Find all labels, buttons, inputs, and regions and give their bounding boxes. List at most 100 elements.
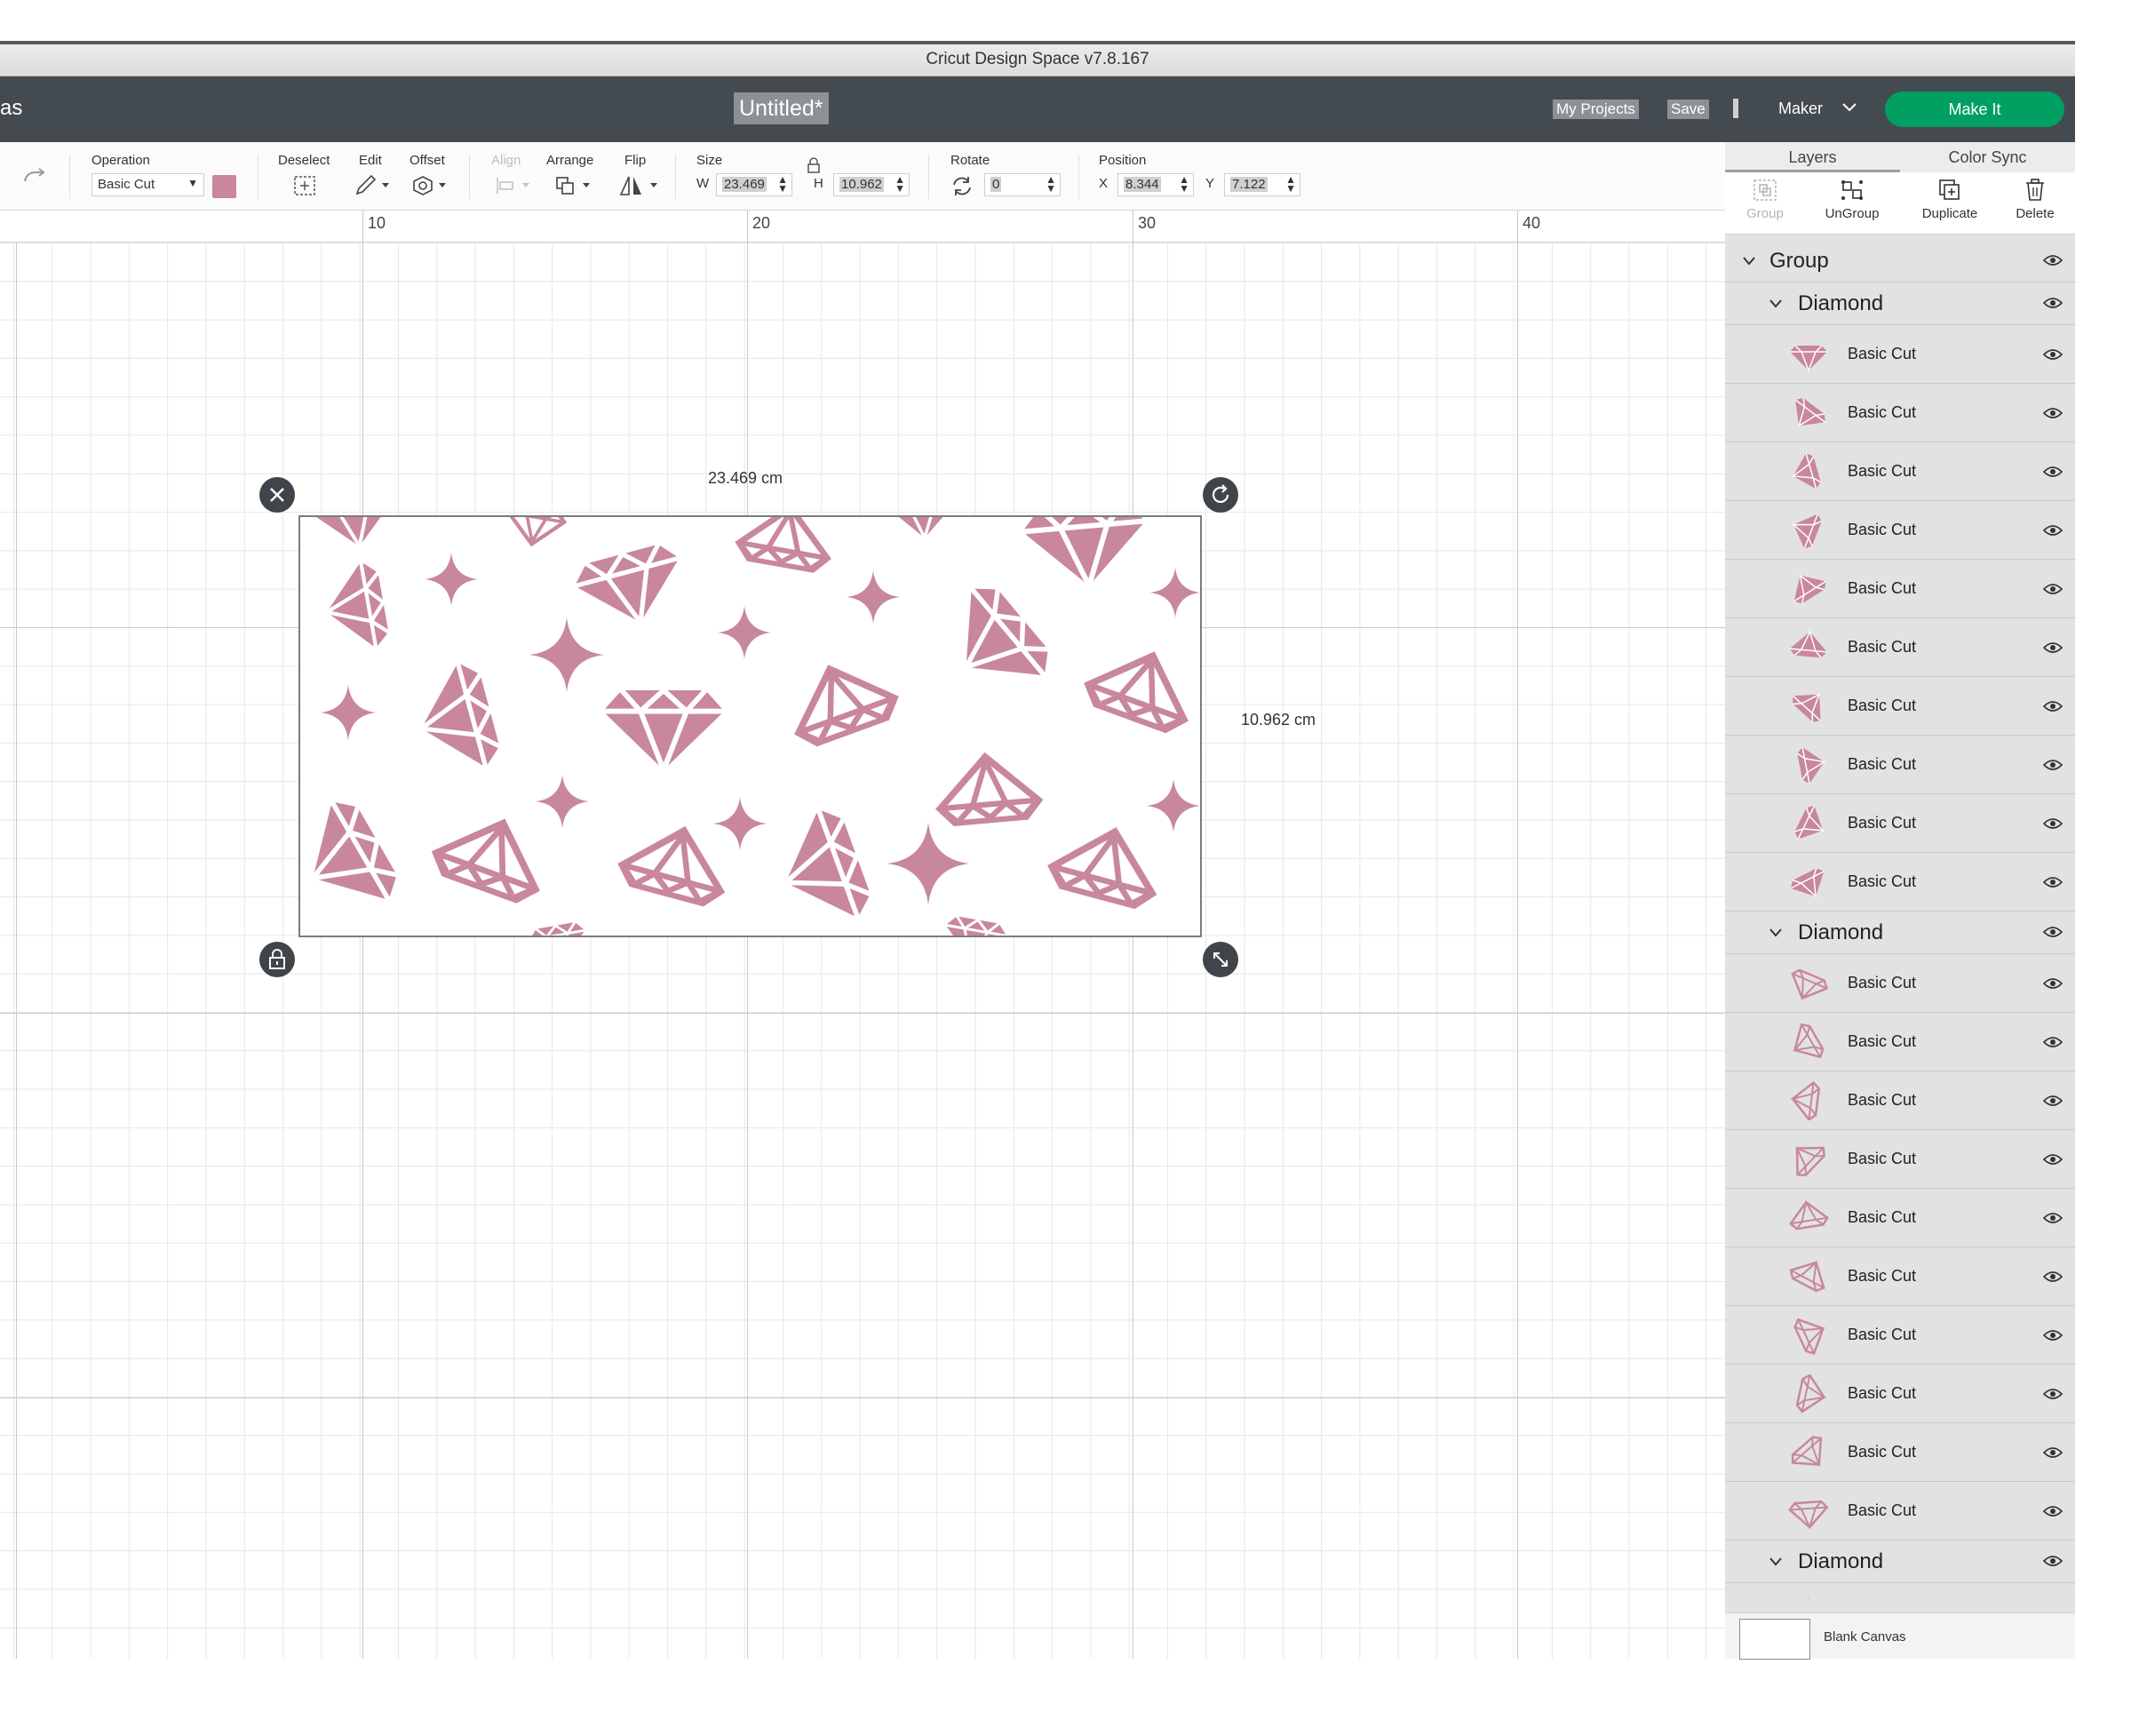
blank-canvas-label: Blank Canvas <box>1824 1629 1906 1644</box>
chevron-down-icon[interactable] <box>1768 1557 1784 1567</box>
layer-row[interactable]: Basic Cut <box>1725 384 2075 442</box>
layer-row[interactable]: Basic Cut <box>1725 736 2075 794</box>
eye-icon[interactable] <box>2043 759 2063 771</box>
eye-icon[interactable] <box>2043 1095 2063 1107</box>
layer-row[interactable]: Basic Cut <box>1725 954 2075 1013</box>
machine-selector[interactable]: Maker <box>1778 100 1823 118</box>
stepper-icon[interactable]: ▲ ▼ <box>777 174 788 194</box>
deselect-icon[interactable] <box>291 174 318 197</box>
toolbar-divider <box>675 155 676 199</box>
layer-row[interactable]: Basic Cut <box>1725 677 2075 736</box>
eye-icon[interactable] <box>2043 641 2063 654</box>
layer-row[interactable]: Basic Cut <box>1725 1189 2075 1247</box>
rotate-input[interactable]: 0 ▲ ▼ <box>984 173 1061 196</box>
layer-row[interactable]: Basic Cut <box>1725 1423 2075 1482</box>
eye-icon[interactable] <box>2043 977 2063 990</box>
eye-icon[interactable] <box>2043 1388 2063 1400</box>
grid-major-line <box>0 1013 1725 1014</box>
ruler-tick <box>747 211 748 243</box>
eye-icon[interactable] <box>2043 297 2063 309</box>
rotate-icon[interactable] <box>949 174 975 197</box>
eye-icon[interactable] <box>2043 348 2063 361</box>
layer-row[interactable]: Basic Cut <box>1725 1247 2075 1306</box>
my-projects-button[interactable]: My Projects <box>1553 100 1639 119</box>
stepper-icon[interactable]: ▲ ▼ <box>1179 174 1189 194</box>
save-button[interactable]: Save <box>1667 100 1709 119</box>
layer-row[interactable]: Basic Cut <box>1725 501 2075 560</box>
layer-thumbnail <box>1790 1081 1821 1120</box>
tab-color-sync[interactable]: Color Sync <box>1900 142 2075 172</box>
delete-handle[interactable] <box>259 477 295 513</box>
ungroup-button[interactable]: UnGroup <box>1812 178 1892 221</box>
layer-row[interactable]: Basic Cut <box>1725 560 2075 618</box>
chevron-down-icon[interactable] <box>1741 256 1757 267</box>
edit-pencil-icon[interactable] <box>354 174 393 197</box>
layer-thumbnail <box>1788 1500 1829 1530</box>
layer-row[interactable]: Basic Cut <box>1725 325 2075 384</box>
design-canvas[interactable]: 23.469 cm 10.962 cm <box>0 243 1725 1659</box>
chevron-down-icon[interactable] <box>1768 928 1784 938</box>
stepper-icon[interactable]: ▲ ▼ <box>1285 174 1296 194</box>
eye-icon[interactable] <box>2043 1555 2063 1567</box>
x-position-input[interactable]: 8.344 ▲ ▼ <box>1117 173 1194 196</box>
eye-icon[interactable] <box>2043 817 2063 830</box>
diamond-group-row[interactable]: Diamond <box>1725 1541 2075 1583</box>
duplicate-button[interactable]: Duplicate <box>1910 178 1990 221</box>
height-input[interactable]: 10.962 ▲ ▼ <box>833 173 910 196</box>
delete-button[interactable]: Delete <box>1995 178 2075 221</box>
eye-icon[interactable] <box>2043 1270 2063 1283</box>
eye-icon[interactable] <box>2043 1153 2063 1166</box>
layer-row[interactable]: Basic Cut <box>1725 1013 2075 1071</box>
rotate-handle[interactable] <box>1203 477 1238 513</box>
layer-row[interactable]: Basic Cut <box>1725 1365 2075 1423</box>
eye-icon[interactable] <box>2043 876 2063 888</box>
document-title[interactable]: Untitled* <box>734 92 829 124</box>
make-it-button[interactable]: Make It <box>1885 92 2064 127</box>
eye-icon[interactable] <box>2043 254 2063 267</box>
layer-row[interactable]: Basic Cut <box>1725 1306 2075 1365</box>
eye-icon[interactable] <box>2043 466 2063 478</box>
stepper-icon[interactable]: ▲ ▼ <box>1046 174 1056 194</box>
tab-layers[interactable]: Layers <box>1725 142 1900 172</box>
chevron-down-icon[interactable] <box>1841 101 1858 114</box>
eye-icon[interactable] <box>2043 583 2063 595</box>
width-input[interactable]: 23.469 ▲ ▼ <box>716 173 792 196</box>
layer-row[interactable]: Basic Cut <box>1725 618 2075 677</box>
layer-row[interactable]: Basic Cut <box>1725 1482 2075 1541</box>
group-button[interactable]: Group <box>1725 178 1805 221</box>
offset-icon[interactable] <box>410 174 449 197</box>
eye-icon[interactable] <box>2043 700 2063 713</box>
position-label: Position <box>1099 153 1147 168</box>
arrange-icon[interactable] <box>554 174 593 197</box>
eye-icon[interactable] <box>2043 1505 2063 1517</box>
layer-row[interactable]: Basic Cut <box>1725 1071 2075 1130</box>
align-icon[interactable] <box>494 174 533 197</box>
layer-row[interactable]: Basic Cut <box>1725 853 2075 912</box>
eye-icon[interactable] <box>2043 1329 2063 1342</box>
layer-row[interactable]: Basic Cut <box>1725 1130 2075 1189</box>
layer-row[interactable]: Basic Cut <box>1725 442 2075 501</box>
lock-icon[interactable] <box>806 156 822 174</box>
layer-row[interactable]: Basic Cut <box>1725 794 2075 853</box>
selected-diamond-pattern[interactable] <box>298 515 1202 937</box>
eye-icon[interactable] <box>2043 1036 2063 1048</box>
diamond-group-row[interactable]: Diamond <box>1725 912 2075 954</box>
resize-handle[interactable] <box>1203 942 1238 977</box>
eye-icon[interactable] <box>2043 926 2063 938</box>
diamond-group-row[interactable]: Diamond <box>1725 283 2075 325</box>
operation-color-swatch[interactable] <box>212 175 236 198</box>
y-position-input[interactable]: 7.122 ▲ ▼ <box>1224 173 1300 196</box>
eye-icon[interactable] <box>2043 1446 2063 1459</box>
eye-icon[interactable] <box>2043 1212 2063 1224</box>
redo-icon[interactable] <box>21 167 48 188</box>
eye-icon[interactable] <box>2043 407 2063 419</box>
layer-row[interactable]: Basic Cut <box>1725 1583 2075 1599</box>
layer-group-row[interactable]: Group <box>1725 240 2075 283</box>
flip-icon[interactable] <box>618 174 661 197</box>
stepper-icon[interactable]: ▲ ▼ <box>895 174 905 194</box>
blank-canvas-row[interactable]: Blank Canvas <box>1725 1613 2075 1660</box>
chevron-down-icon[interactable] <box>1768 299 1784 309</box>
operation-select[interactable]: Basic Cut ▼ <box>91 173 204 196</box>
lock-handle[interactable] <box>259 942 295 977</box>
eye-icon[interactable] <box>2043 524 2063 537</box>
